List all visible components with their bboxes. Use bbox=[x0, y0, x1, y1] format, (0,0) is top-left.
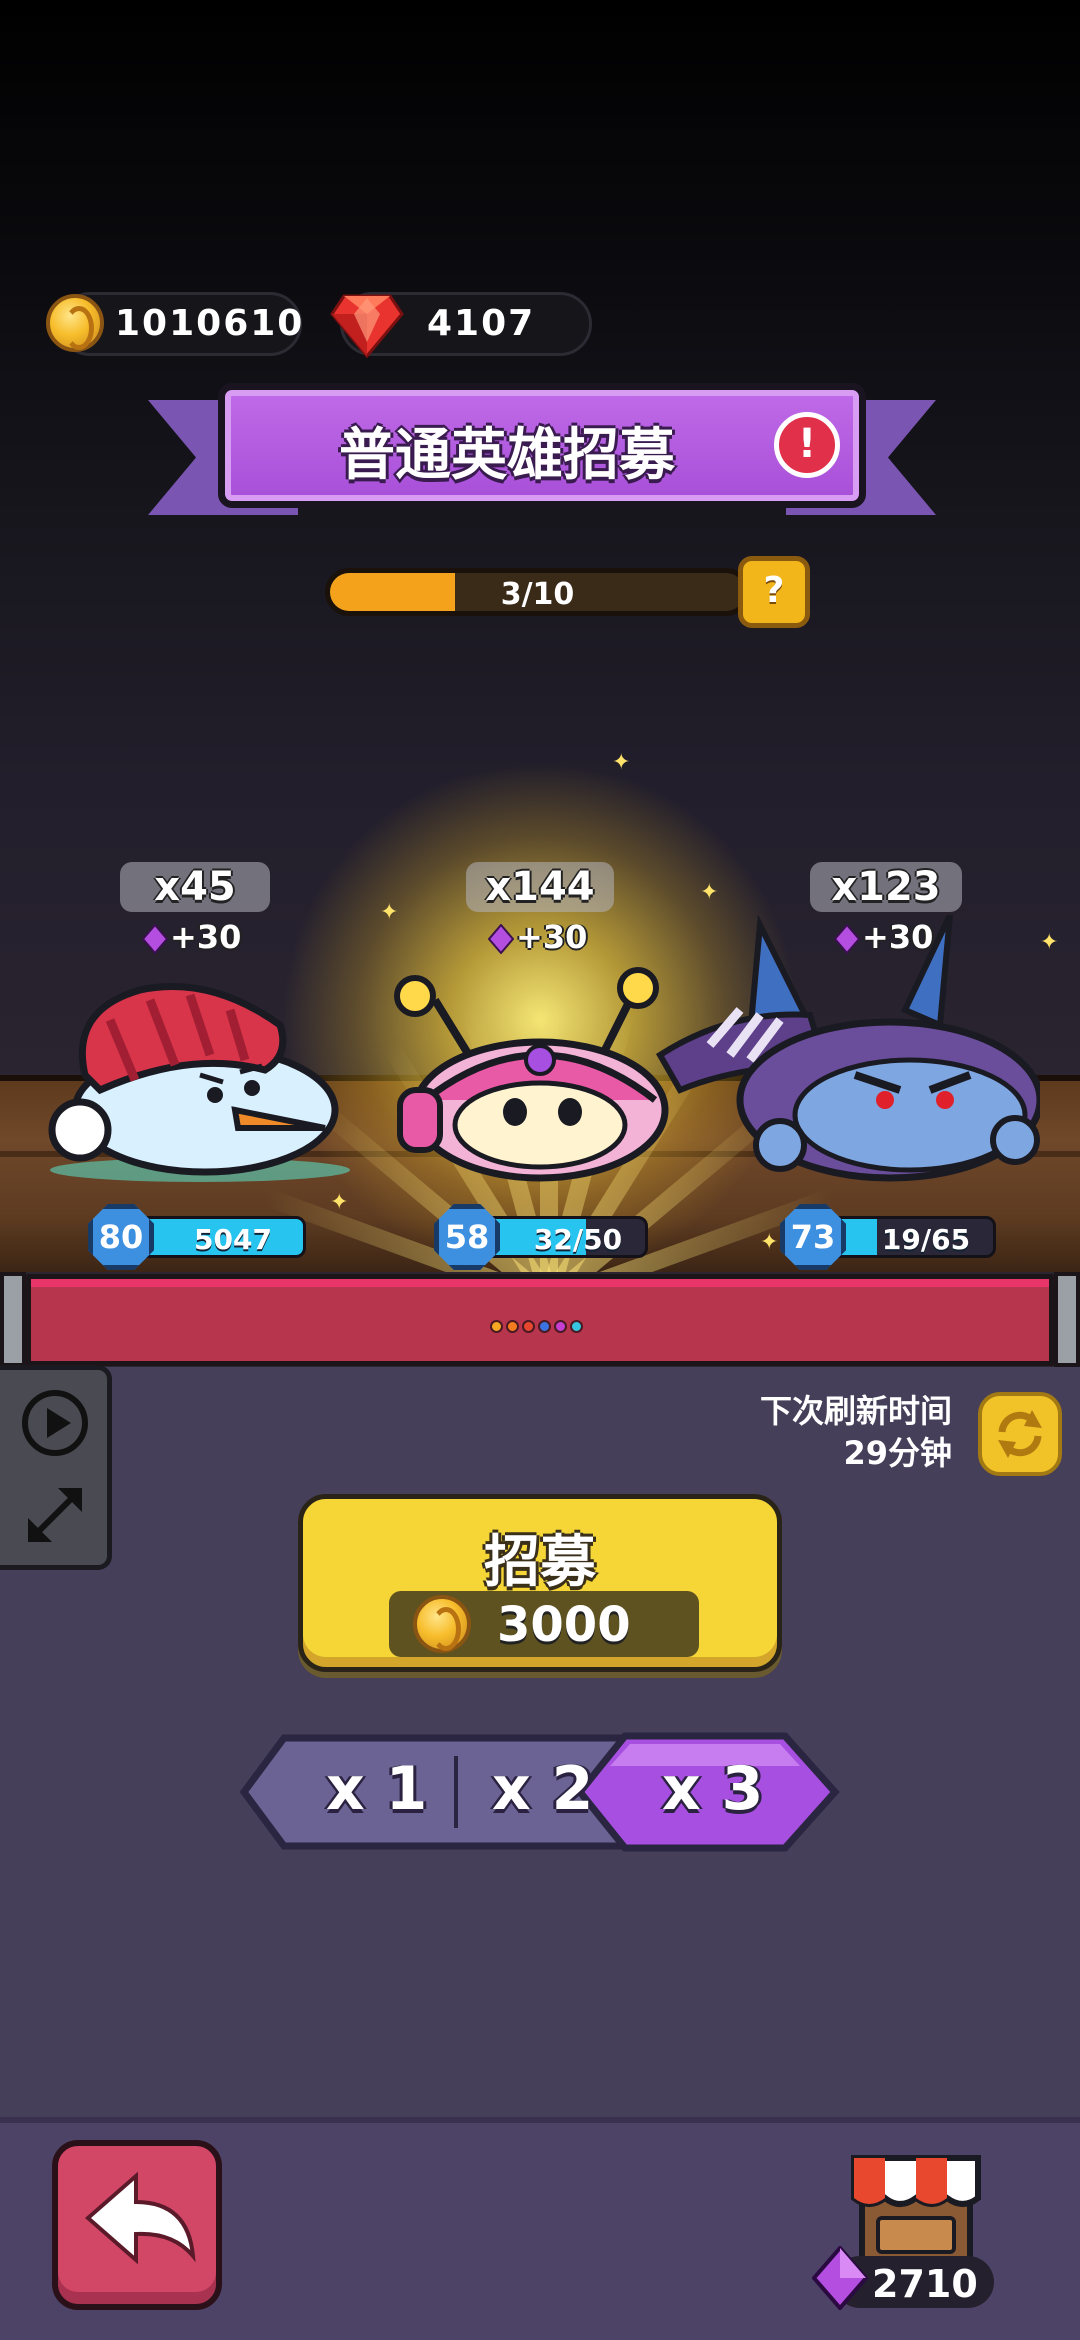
sparkle: ✦ bbox=[760, 1230, 779, 1255]
refresh-icon bbox=[998, 1410, 1042, 1458]
shelf-rail-left bbox=[0, 1272, 26, 1367]
sparkle: ✦ bbox=[612, 750, 631, 775]
recruit-button[interactable]: 招募 3000 bbox=[298, 1494, 782, 1672]
hero-2-bonus: +30 bbox=[488, 918, 587, 958]
hero-2-card-bar: 32/50 bbox=[478, 1216, 648, 1258]
hero-1-bonus: +30 bbox=[142, 918, 241, 958]
back-button[interactable] bbox=[52, 2140, 222, 2310]
gold-coin-icon bbox=[413, 1595, 471, 1653]
page-dot bbox=[538, 1320, 551, 1333]
recruit-progress-bar: 3/10 bbox=[325, 568, 750, 616]
refresh-label-line1: 下次刷新时间 bbox=[759, 1392, 952, 1430]
blue-shadow-hero-figure[interactable] bbox=[640, 915, 1040, 1185]
sparkle: ✦ bbox=[380, 900, 399, 925]
page-title: 普通英雄招募 bbox=[339, 423, 675, 488]
ruby-amount: 4107 bbox=[427, 303, 536, 344]
hero-2-count: x144 bbox=[466, 862, 614, 912]
multiplier-tab-x1[interactable]: x 1 bbox=[326, 1754, 427, 1824]
help-button[interactable]: ? bbox=[738, 556, 810, 628]
back-arrow-icon bbox=[84, 2171, 196, 2265]
refresh-label-line2: 29分钟 bbox=[843, 1434, 952, 1472]
page-dot bbox=[554, 1320, 567, 1333]
hero-3-level: 73 bbox=[780, 1204, 846, 1270]
refresh-timer: 下次刷新时间 29分钟 bbox=[760, 1390, 952, 1474]
hero-2-card-text: 32/50 bbox=[533, 1223, 623, 1256]
gold-coin-icon bbox=[46, 294, 104, 352]
recruit-price: 3000 bbox=[389, 1591, 699, 1657]
sparkle: ✦ bbox=[330, 1190, 349, 1215]
hero-1-count: x45 bbox=[120, 862, 270, 912]
sparkle: ✦ bbox=[1040, 930, 1059, 955]
purple-gem-icon bbox=[142, 924, 168, 954]
multiplier-tab-x3[interactable]: x 3 bbox=[662, 1754, 763, 1824]
hero-1-bonus-text: +30 bbox=[170, 918, 242, 956]
multiplier-tabs: x 1 x 2 x 3 bbox=[240, 1730, 840, 1854]
hero-3-card-text: 19/65 bbox=[881, 1223, 971, 1256]
purple-gem-icon bbox=[488, 924, 514, 954]
page-dot bbox=[490, 1320, 503, 1333]
expand-icon[interactable] bbox=[18, 1478, 92, 1552]
page-indicator bbox=[490, 1320, 583, 1333]
shop-gem-amount: 2710 bbox=[872, 2262, 978, 2306]
ruby-icon bbox=[330, 294, 404, 358]
page-dot bbox=[522, 1320, 535, 1333]
sparkle: ✦ bbox=[700, 880, 719, 905]
hero-1-card-text: 5047 bbox=[194, 1223, 272, 1256]
hero-1-level: 80 bbox=[88, 1204, 154, 1270]
purple-gem-icon bbox=[812, 2246, 868, 2310]
gold-amount: 1010610 bbox=[115, 303, 305, 344]
refresh-button[interactable] bbox=[978, 1392, 1062, 1476]
hero-1-card-bar: 5047 bbox=[130, 1216, 306, 1258]
hero-2-bonus-text: +30 bbox=[516, 918, 588, 956]
play-icon[interactable] bbox=[18, 1386, 92, 1460]
info-alert-button[interactable]: ! bbox=[774, 412, 840, 478]
recruit-label: 招募 bbox=[484, 1530, 596, 1595]
hero-2-level: 58 bbox=[434, 1204, 500, 1270]
recruit-price-text: 3000 bbox=[497, 1597, 631, 1653]
side-controls bbox=[0, 1365, 112, 1570]
hero-3-card-bar: 19/65 bbox=[826, 1216, 996, 1258]
progress-text: 3/10 bbox=[500, 577, 575, 612]
multiplier-tab-x2[interactable]: x 2 bbox=[492, 1754, 593, 1824]
hero-3-count: x123 bbox=[810, 862, 962, 912]
snowman-hero-figure[interactable] bbox=[40, 970, 350, 1185]
page-dot bbox=[570, 1320, 583, 1333]
shelf-rail-right bbox=[1054, 1272, 1080, 1367]
page-dot bbox=[506, 1320, 519, 1333]
title-banner: 普通英雄招募 bbox=[218, 383, 866, 508]
